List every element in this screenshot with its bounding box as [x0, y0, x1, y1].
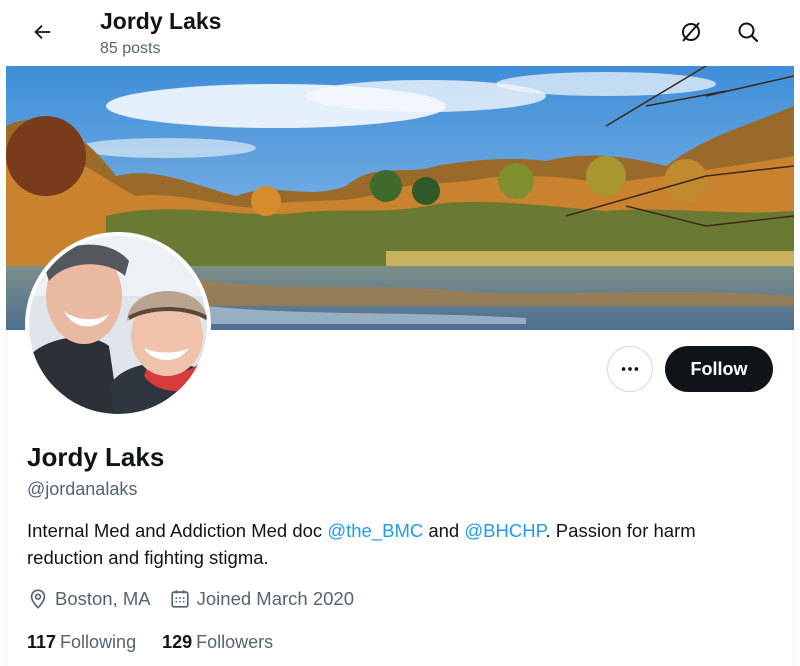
- profile-header: Jordy Laks 85 posts: [6, 0, 794, 66]
- mention-link-bhchp[interactable]: @BHCHP: [464, 520, 545, 541]
- user-handle: @jordanalaks: [27, 479, 138, 499]
- search-button[interactable]: [730, 14, 766, 50]
- followers-count: 129: [162, 632, 193, 652]
- arrow-left-icon: [34, 24, 51, 40]
- post-count: 85 posts: [100, 40, 161, 57]
- profile-avatar[interactable]: [25, 232, 211, 418]
- followers-label: Followers: [196, 632, 274, 652]
- profile-bio: Internal Med and Addiction Med doc @the_…: [27, 517, 767, 571]
- followers-link[interactable]: 129 Followers: [162, 632, 273, 653]
- joined-text: Joined March 2020: [196, 588, 354, 609]
- following-link[interactable]: 117 Following: [27, 632, 136, 653]
- location-item: Boston, MA: [27, 588, 151, 610]
- mention-link-the-bmc[interactable]: @the_BMC: [327, 520, 423, 541]
- bio-text-start: Internal Med and Addiction Med doc: [27, 520, 328, 541]
- display-name: Jordy Laks: [27, 442, 165, 472]
- search-icon: [738, 22, 759, 43]
- bio-text-middle: and: [423, 520, 465, 541]
- header-title-block: Jordy Laks 85 posts: [100, 6, 221, 60]
- header-name: Jordy Laks: [100, 8, 222, 34]
- unfollow-list-button[interactable]: [673, 14, 709, 50]
- profile-meta: Boston, MA Joined March 2020: [27, 588, 372, 610]
- location-text: Boston, MA: [55, 588, 151, 609]
- follow-button[interactable]: Follow: [665, 346, 773, 392]
- location-pin-icon: [30, 589, 46, 609]
- following-count: 117: [27, 632, 57, 652]
- follow-stats: 117 Following 129 Followers: [27, 632, 299, 653]
- back-button[interactable]: [24, 14, 60, 50]
- more-horizontal-icon: [621, 367, 639, 371]
- unfollow-list-icon: [682, 22, 700, 42]
- more-options-button[interactable]: [607, 346, 653, 392]
- joined-item: Joined March 2020: [169, 588, 354, 610]
- following-label: Following: [60, 632, 137, 652]
- right-frame-border: [793, 0, 800, 666]
- avatar-image: [29, 236, 207, 414]
- calendar-icon: [171, 590, 189, 608]
